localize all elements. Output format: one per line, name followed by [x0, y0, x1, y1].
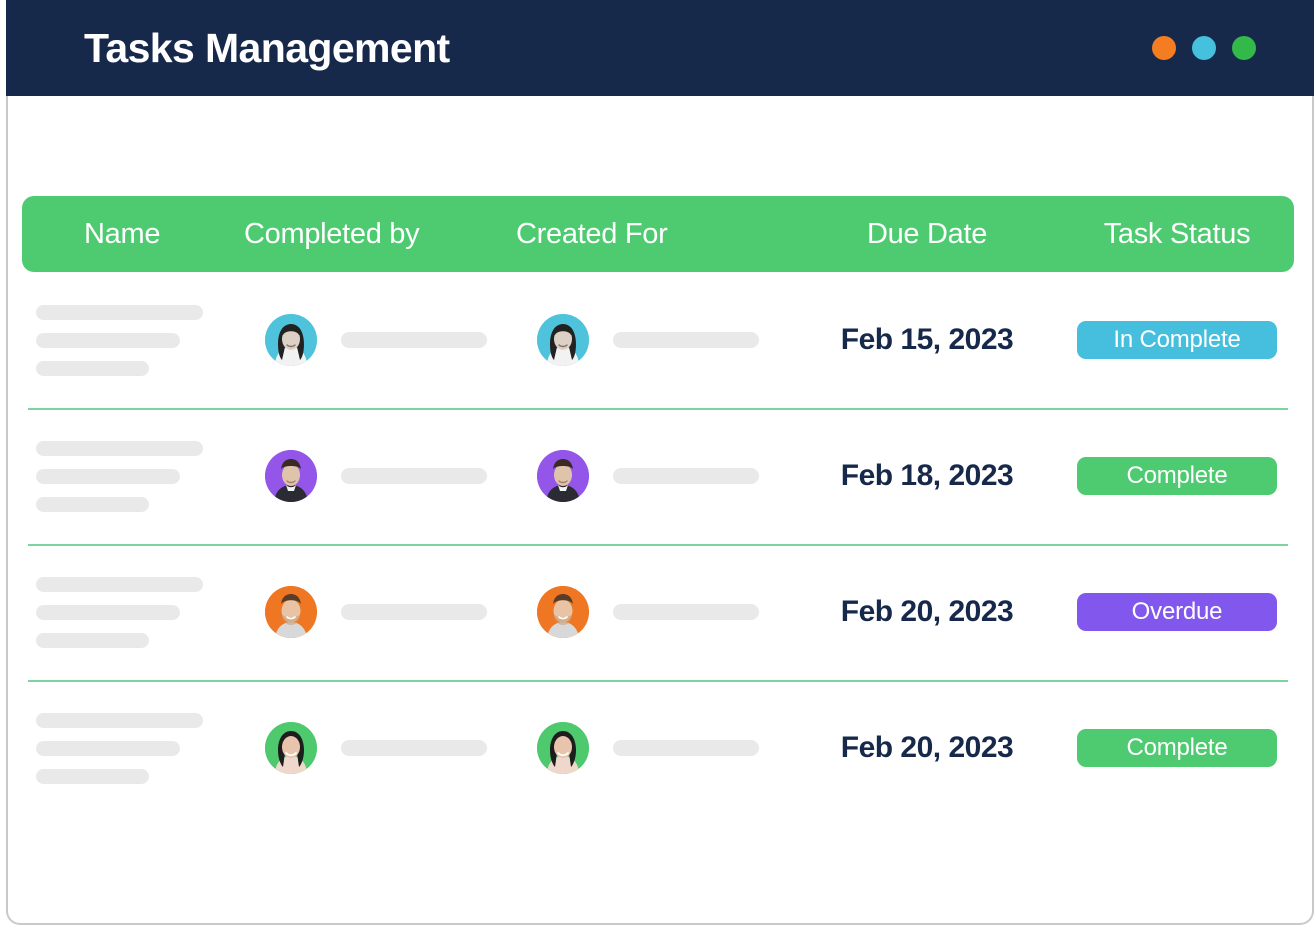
- created-for-name-placeholder: [613, 468, 759, 484]
- column-header-created-for[interactable]: Created For: [516, 220, 794, 249]
- card-body: Name Completed by Created For Due Date T…: [6, 96, 1314, 925]
- avatar-woman-dark-hair-icon[interactable]: [265, 314, 317, 366]
- avatar-man-beard-icon[interactable]: [537, 586, 589, 638]
- table-row[interactable]: Feb 20, 2023 Complete: [22, 680, 1294, 816]
- status-badge[interactable]: Complete: [1077, 729, 1277, 767]
- status-badge[interactable]: Overdue: [1077, 593, 1277, 631]
- completed-by-name-placeholder: [341, 604, 487, 620]
- tasks-table: Name Completed by Created For Due Date T…: [22, 196, 1294, 816]
- app-window: Tasks Management Name Completed by Creat…: [0, 0, 1314, 931]
- task-name-cell[interactable]: [22, 713, 244, 784]
- completed-by-name-placeholder: [341, 332, 487, 348]
- completed-by-cell[interactable]: [244, 722, 516, 774]
- completed-by-name-placeholder: [341, 468, 487, 484]
- table-row[interactable]: Feb 20, 2023 Overdue: [22, 544, 1294, 680]
- created-for-cell[interactable]: [516, 586, 794, 638]
- avatar-man-short-hair-icon[interactable]: [537, 450, 589, 502]
- task-name-placeholder: [36, 305, 203, 320]
- task-status-cell: Overdue: [1060, 593, 1294, 631]
- task-name-placeholder: [36, 769, 149, 784]
- table-row[interactable]: Feb 15, 2023 In Complete: [22, 272, 1294, 408]
- window-controls: [1152, 36, 1270, 60]
- task-status-cell: Complete: [1060, 457, 1294, 495]
- column-header-completed-by[interactable]: Completed by: [244, 220, 516, 249]
- avatar-woman-dark-hair-icon[interactable]: [537, 314, 589, 366]
- task-name-cell[interactable]: [22, 577, 244, 648]
- avatar-man-beard-icon[interactable]: [265, 586, 317, 638]
- table-body: Feb 15, 2023 In Complete Feb 18, 2023 Compl…: [22, 272, 1294, 816]
- task-name-placeholder: [36, 361, 149, 376]
- avatar-woman-smiling-icon[interactable]: [265, 722, 317, 774]
- window-titlebar: Tasks Management: [6, 0, 1314, 96]
- task-name-cell[interactable]: [22, 441, 244, 512]
- completed-by-cell[interactable]: [244, 314, 516, 366]
- task-name-placeholder: [36, 633, 149, 648]
- task-status-cell: In Complete: [1060, 321, 1294, 359]
- due-date-cell: Feb 18, 2023: [794, 459, 1060, 493]
- created-for-name-placeholder: [613, 332, 759, 348]
- task-name-placeholder: [36, 497, 149, 512]
- avatar-man-short-hair-icon[interactable]: [265, 450, 317, 502]
- created-for-name-placeholder: [613, 740, 759, 756]
- task-name-placeholder: [36, 713, 203, 728]
- status-badge[interactable]: In Complete: [1077, 321, 1277, 359]
- column-header-due-date[interactable]: Due Date: [794, 220, 1060, 249]
- status-badge[interactable]: Complete: [1077, 457, 1277, 495]
- created-for-cell[interactable]: [516, 314, 794, 366]
- task-name-cell[interactable]: [22, 305, 244, 376]
- due-date-cell: Feb 15, 2023: [794, 323, 1060, 357]
- task-name-placeholder: [36, 605, 180, 620]
- window-dot-green[interactable]: [1232, 36, 1256, 60]
- due-date-cell: Feb 20, 2023: [794, 731, 1060, 765]
- column-header-name[interactable]: Name: [22, 220, 244, 249]
- created-for-cell[interactable]: [516, 722, 794, 774]
- completed-by-cell[interactable]: [244, 450, 516, 502]
- page-title: Tasks Management: [84, 28, 450, 69]
- avatar-woman-smiling-icon[interactable]: [537, 722, 589, 774]
- table-row[interactable]: Feb 18, 2023 Complete: [22, 408, 1294, 544]
- window-dot-blue[interactable]: [1192, 36, 1216, 60]
- task-name-placeholder: [36, 333, 180, 348]
- created-for-name-placeholder: [613, 604, 759, 620]
- window-dot-orange[interactable]: [1152, 36, 1176, 60]
- created-for-cell[interactable]: [516, 450, 794, 502]
- due-date-cell: Feb 20, 2023: [794, 595, 1060, 629]
- column-header-task-status[interactable]: Task Status: [1060, 220, 1294, 249]
- task-status-cell: Complete: [1060, 729, 1294, 767]
- completed-by-cell[interactable]: [244, 586, 516, 638]
- task-name-placeholder: [36, 469, 180, 484]
- completed-by-name-placeholder: [341, 740, 487, 756]
- table-header-row: Name Completed by Created For Due Date T…: [22, 196, 1294, 272]
- task-name-placeholder: [36, 441, 203, 456]
- task-name-placeholder: [36, 741, 180, 756]
- task-name-placeholder: [36, 577, 203, 592]
